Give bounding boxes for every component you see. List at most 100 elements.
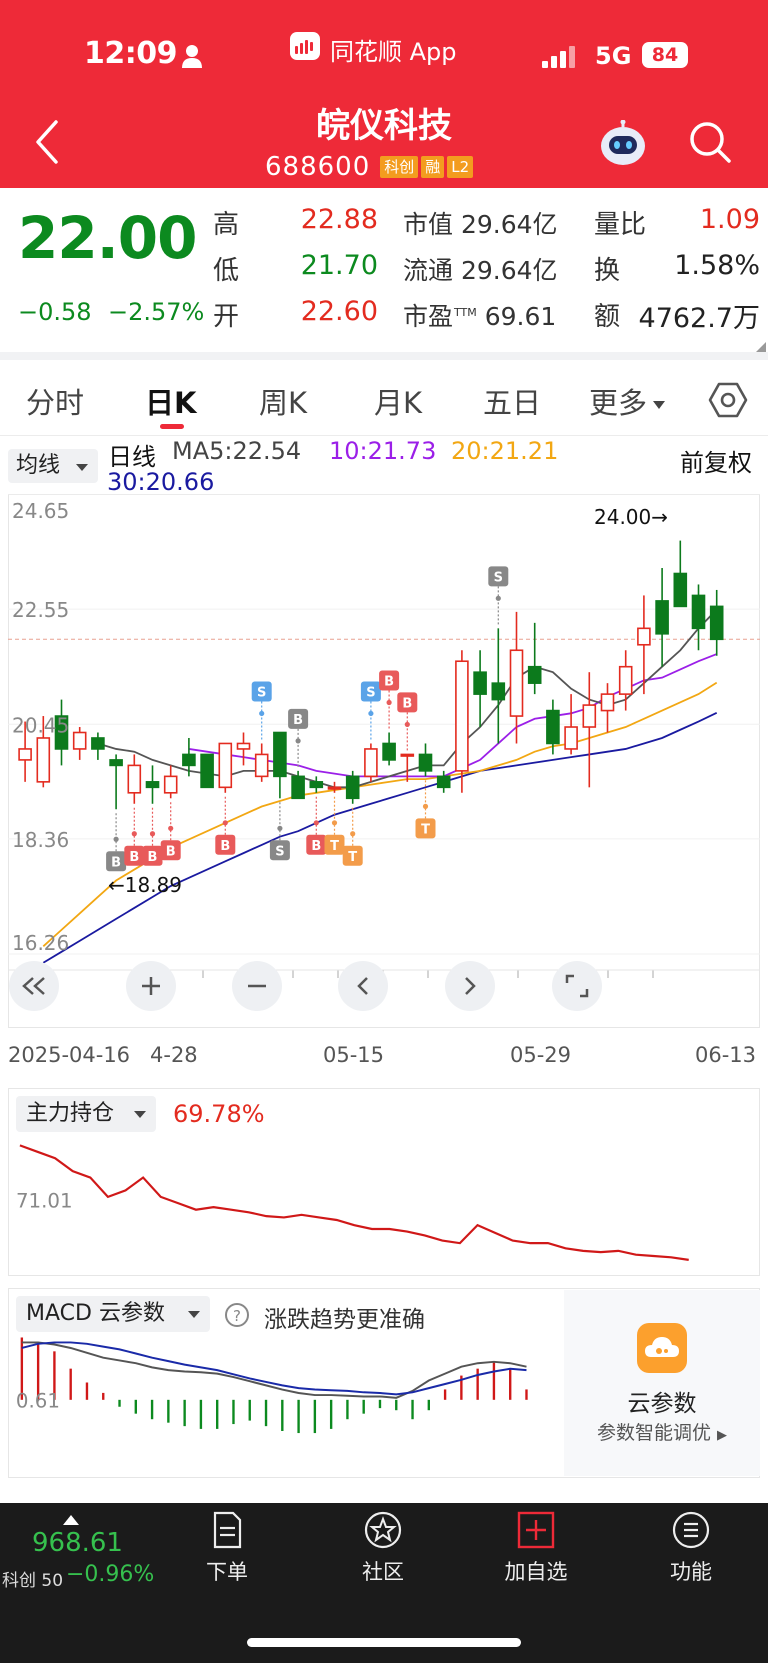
minus-icon xyxy=(248,984,266,988)
chevron-down-icon xyxy=(653,401,666,409)
candle-body xyxy=(364,748,378,778)
candle-body xyxy=(509,649,524,717)
marker-dot xyxy=(422,803,429,809)
marker-label: S xyxy=(275,844,284,859)
marker-dot xyxy=(386,699,392,706)
chevron-left-icon xyxy=(357,977,368,995)
float-cap: 流通 29.64亿 xyxy=(403,256,558,285)
nav-order[interactable]: 下单 xyxy=(172,1510,282,1586)
pe-ttm-label: TTM xyxy=(454,305,477,319)
marker-label: S xyxy=(494,570,503,585)
index-value[interactable]: 968.61 xyxy=(32,1528,123,1558)
marker-dot xyxy=(131,831,137,837)
macd-chevron-down-icon xyxy=(188,1311,200,1318)
marker-dot xyxy=(495,595,501,601)
candle xyxy=(345,770,360,804)
candle-body xyxy=(163,775,178,794)
tab-monthly-k[interactable]: 月K xyxy=(374,380,422,422)
active-tab-indicator xyxy=(160,424,184,429)
candle xyxy=(200,753,214,789)
tag-star-market: 科创 xyxy=(380,156,419,178)
zoom-out-button[interactable] xyxy=(232,961,282,1011)
holding-line xyxy=(19,1144,689,1261)
marker-dot xyxy=(313,820,319,826)
period-tabs: 分时 日K 周K 月K 五日 更多 xyxy=(0,360,768,436)
nav-functions[interactable]: 功能 xyxy=(636,1510,746,1586)
nav-community[interactable]: 社区 xyxy=(328,1510,438,1586)
candlestick-chart[interactable]: B B B B BSSBB TTSBBTS 24.6522.5520.4518.3616.… xyxy=(8,494,760,1028)
candle-body xyxy=(291,775,305,800)
tab-daily-k[interactable]: 日K xyxy=(145,380,196,422)
candle-body xyxy=(127,764,142,794)
macd-indicator-toggle[interactable]: MACD 云参数 xyxy=(16,1296,210,1332)
quote-panel: 22.00 −0.58 −2.57% 高 22.88 低 21.70 开 22.… xyxy=(0,188,768,356)
marker-label: B xyxy=(311,839,321,854)
candle-body xyxy=(72,731,87,750)
price-adjust-toggle[interactable]: 前复权 xyxy=(680,443,752,478)
fullscreen-button[interactable] xyxy=(552,961,602,1011)
marker-dot xyxy=(368,710,374,717)
marker-dot xyxy=(113,836,119,842)
document-icon xyxy=(213,1511,242,1549)
community-icon xyxy=(364,1511,402,1549)
scroll-next-button[interactable] xyxy=(445,961,495,1011)
candle-body xyxy=(546,709,560,745)
marker-dot xyxy=(404,721,410,728)
marker-dot xyxy=(295,738,301,744)
chevron-right-icon xyxy=(465,977,476,995)
index-expand-arrow-icon[interactable] xyxy=(63,1515,79,1525)
amount-value: 4762.7万 xyxy=(638,303,760,334)
add-watchlist-icon xyxy=(517,1511,555,1549)
y-tick-label: 22.55 xyxy=(12,598,69,622)
menu-icon xyxy=(672,1511,710,1549)
date-label-0529: 05-29 xyxy=(510,1043,572,1067)
tab-intraday[interactable]: 分时 xyxy=(26,380,84,422)
candle xyxy=(455,650,469,793)
cloud-params-card[interactable] xyxy=(564,1290,760,1476)
section-separator xyxy=(0,352,768,360)
index-change: −0.96% xyxy=(66,1562,155,1587)
stock-code: 688600 xyxy=(265,152,371,182)
macd-dif-line xyxy=(21,1341,527,1399)
zoom-in-button[interactable] xyxy=(126,961,176,1011)
tab-more[interactable]: 更多 xyxy=(589,380,666,422)
help-icon[interactable]: ? xyxy=(224,1302,250,1328)
candle-body xyxy=(618,665,633,695)
macd-hint: 涨跌趋势更准确 xyxy=(264,1307,425,1333)
candle-body xyxy=(18,748,32,761)
candle-body xyxy=(327,786,342,790)
double-chevron-left-icon xyxy=(22,977,45,995)
tab-five-day[interactable]: 五日 xyxy=(483,380,541,422)
candle xyxy=(218,742,233,793)
settings-hexagon-icon[interactable] xyxy=(708,380,748,420)
date-label-0613: 06-13 xyxy=(695,1043,757,1067)
marker-label: B xyxy=(148,850,158,865)
pe-ratio: 市盈TTM 69.61 xyxy=(403,297,556,333)
pe-value: 69.61 xyxy=(484,302,557,331)
person-icon xyxy=(182,45,202,68)
search-icon[interactable] xyxy=(688,120,732,164)
nav-add-watchlist-label: 加自选 xyxy=(504,1560,568,1584)
marker-label: T xyxy=(330,839,339,854)
robot-assistant-icon[interactable] xyxy=(597,120,649,168)
scroll-prev-button[interactable] xyxy=(338,961,388,1011)
tab-weekly-k[interactable]: 周K xyxy=(259,380,307,422)
marker-dot xyxy=(222,820,228,826)
collapse-left-button[interactable] xyxy=(9,961,59,1011)
marker-label: B xyxy=(293,713,303,728)
tag-level2: L2 xyxy=(447,156,474,178)
stock-name: 皖仪科技 xyxy=(316,106,452,146)
tag-margin: 融 xyxy=(421,156,445,178)
nav-add-watchlist[interactable]: 加自选 xyxy=(481,1510,591,1586)
marker-label: T xyxy=(348,850,357,865)
home-indicator xyxy=(247,1638,521,1647)
marker-label: B xyxy=(111,855,121,870)
candle-body xyxy=(182,753,196,767)
candle-body xyxy=(236,742,251,750)
index-name: 科创 50 xyxy=(2,1571,64,1591)
candle-body xyxy=(109,759,123,767)
ma-period-label: 日线 xyxy=(108,443,156,471)
candle-body xyxy=(709,605,724,641)
network-label: 5G xyxy=(595,42,632,70)
marker-label: S xyxy=(366,685,375,700)
